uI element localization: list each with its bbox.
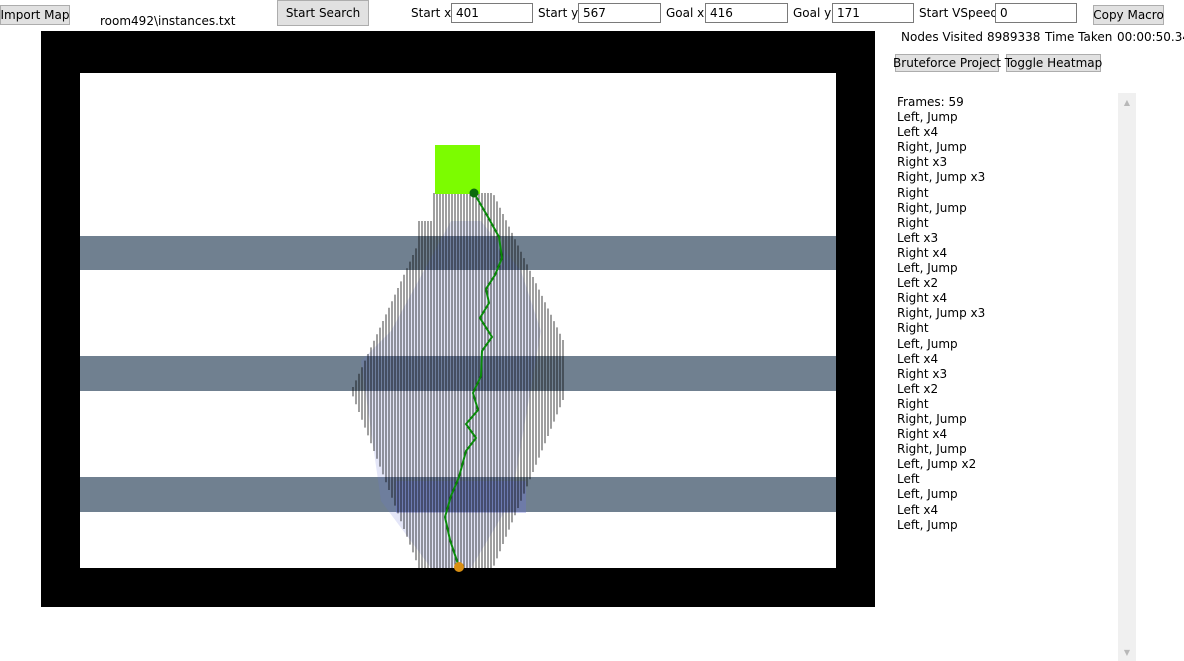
move-list-item: Right x4 [897,427,948,442]
goal-y-label: Goal y [793,6,832,20]
toggle-heatmap-button[interactable]: Toggle Heatmap [1005,54,1102,72]
time-taken-label: Time Taken [1045,30,1113,44]
move-list-item: Right [897,321,929,336]
copy-macro-button[interactable]: Copy Macro [1093,5,1164,25]
move-list-item: Right x3 [897,155,948,170]
goal-y-input[interactable] [832,3,914,23]
move-list-item: Left, Jump x2 [897,457,977,472]
move-list-item: Left [897,472,920,487]
start-search-button[interactable]: Start Search [277,0,369,26]
move-list-item: Right x4 [897,291,948,306]
start-marker [454,562,464,572]
move-list-item: Right [897,215,929,230]
goal-x-label: Goal x [666,6,705,20]
goal-x-input[interactable] [705,3,788,23]
bruteforce-project-button[interactable]: Bruteforce Project [893,54,1001,72]
goal-marker [469,188,479,198]
nodes-visited-label: Nodes Visited [901,30,983,44]
chevron-up-icon[interactable]: ▲ [1118,95,1136,109]
move-list-item: Right, Jump [897,140,967,155]
move-list-item: Left x4 [897,125,939,140]
move-list-item: Right x4 [897,245,948,260]
move-list-item: Right, Jump [897,200,967,215]
move-list-item: Right, Jump x3 [897,170,986,185]
file-path-label: room492\instances.txt [100,14,236,28]
start-vspeed-label: Start VSpeed [919,6,998,20]
time-taken-value: 00:00:50.34 [1117,30,1184,44]
move-list-item: Right, Jump [897,442,967,457]
start-y-input[interactable] [578,3,661,23]
move-list-item: Right x3 [897,366,948,381]
move-list-item: Left, Jump [897,261,958,276]
move-list-item: Left x4 [897,351,939,366]
start-x-input[interactable] [451,3,533,23]
start-vspeed-input[interactable] [995,3,1077,23]
move-list: Frames: 59 Left, Jump Left x4 Right, Jump Ri… [897,95,985,533]
move-list-item: Frames: 59 [897,95,964,109]
chevron-down-icon[interactable]: ▼ [1118,645,1136,659]
move-list-item: Left x4 [897,502,939,517]
move-list-item: Right [897,185,929,200]
start-y-label: Start y [538,6,579,20]
nodes-visited-value: 8989338 [987,30,1041,44]
move-list-item: Left, Jump [897,517,958,532]
move-list-item: Left x2 [897,381,939,396]
move-list-item: Left, Jump [897,336,958,351]
move-list-item: Right, Jump [897,411,967,426]
move-list-item: Left x3 [897,230,939,245]
import-map-button[interactable]: Import Map [0,5,70,25]
move-list-scrollbar[interactable]: ▲ ▼ [1118,93,1136,661]
goal-block [435,145,480,194]
start-x-label: Start x [411,6,452,20]
move-list-item: Left, Jump [897,110,958,125]
move-list-item: Right [897,396,929,411]
move-list-item: Left, Jump [897,487,958,502]
move-list-panel[interactable]: Frames: 59 Left, Jump Left x4 Right, Jump Ri… [891,93,1136,661]
move-list-item: Left x2 [897,276,939,291]
move-list-item: Right, Jump x3 [897,306,986,321]
map-canvas[interactable] [41,31,875,607]
